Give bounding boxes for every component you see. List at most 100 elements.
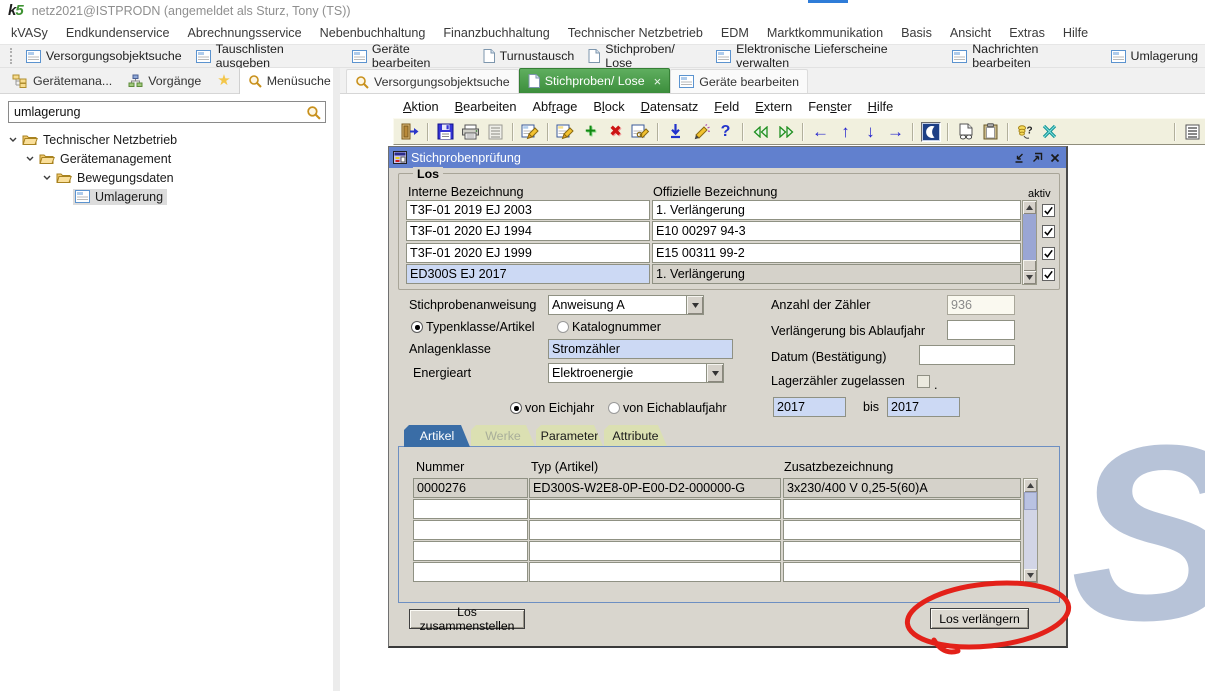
menubar-item-technischer-netzbetrieb[interactable]: Technischer Netzbetrieb [559, 26, 712, 40]
chevron-down-icon[interactable] [42, 175, 52, 180]
up-record-icon[interactable]: ↑ [833, 121, 858, 143]
import-icon[interactable] [663, 121, 688, 143]
typenklasse-radio[interactable] [411, 321, 423, 333]
typenklasse-radio-label[interactable]: Typenklasse/Artikel [426, 320, 535, 334]
maximize-icon[interactable] [1029, 150, 1044, 165]
search-icon[interactable] [306, 105, 325, 120]
last-record-icon[interactable] [773, 121, 798, 143]
workspace-tab-versorgungsobjektsuche[interactable]: Versorgungsobjektsuche [346, 69, 519, 93]
artikel-typ-field-row4[interactable] [529, 541, 781, 561]
los-zusammenstellen-button[interactable]: Los zusammenstellen [409, 609, 525, 629]
clipboard-icon[interactable] [978, 121, 1003, 143]
anlagenklasse-field[interactable] [548, 339, 733, 359]
favorite-ger-te-bearbeiten[interactable]: Geräte bearbeiten [345, 45, 476, 67]
toolbar-grip[interactable] [10, 48, 15, 64]
los-offiziell-field-row4[interactable] [652, 264, 1021, 284]
window-list-icon[interactable] [1180, 121, 1205, 143]
los-offiziell-field-row2[interactable] [652, 221, 1021, 241]
scroll-up-icon[interactable] [1024, 479, 1037, 492]
los-intern-field-row1[interactable] [406, 200, 650, 220]
search-record-icon[interactable] [628, 121, 653, 143]
artikel-typ-field-row2[interactable] [529, 499, 781, 519]
eichjahr-bis-field[interactable] [887, 397, 960, 417]
los-offiziell-field-row1[interactable] [652, 200, 1021, 220]
chevron-down-icon[interactable] [706, 364, 723, 382]
menubar-item-finanzbuchhaltung[interactable]: Finanzbuchhaltung [434, 26, 558, 40]
forms-menu-extern[interactable]: Extern [747, 99, 800, 114]
artikel-zusatz-field-row3[interactable] [783, 520, 1021, 540]
aktiv-checkbox-row3[interactable] [1042, 247, 1055, 260]
menu-search-input[interactable] [9, 105, 306, 119]
artikel-zusatz-field-row5[interactable] [783, 562, 1021, 582]
table-scrollbar[interactable] [1023, 478, 1038, 583]
left-tab-star[interactable]: ★ [209, 68, 238, 93]
chevron-down-icon[interactable] [25, 156, 35, 161]
menubar-item-kvasy[interactable]: kVASy [2, 26, 57, 40]
scroll-down-icon[interactable] [1024, 569, 1037, 582]
menubar-item-endkundenservice[interactable]: Endkundenservice [57, 26, 179, 40]
dialog-tab-attribute[interactable]: Attribute [604, 425, 667, 446]
los-intern-field-row2[interactable] [406, 221, 650, 241]
tree-item-technischer-netzbetrieb[interactable]: Technischer Netzbetrieb [0, 130, 333, 149]
favorite-stichproben-lose[interactable]: Stichproben/ Lose [581, 45, 709, 67]
katalognummer-radio-label[interactable]: Katalognummer [572, 320, 661, 334]
left-tab-ger-temana[interactable]: Gerätemana... [4, 68, 120, 93]
preview-icon[interactable] [953, 121, 978, 143]
forms-menu-hilfe[interactable]: Hilfe [860, 99, 902, 114]
dialog-tab-artikel[interactable]: Artikel [404, 425, 470, 447]
aktiv-checkbox-row1[interactable] [1042, 204, 1055, 217]
down-record-icon[interactable]: ↓ [858, 121, 883, 143]
artikel-zusatz-field-row4[interactable] [783, 541, 1021, 561]
next-item-icon[interactable]: → [883, 121, 908, 143]
help-icon[interactable]: ? [713, 121, 738, 143]
energieart-select[interactable] [548, 363, 724, 383]
eichjahr-von-field[interactable] [773, 397, 846, 417]
menubar-item-nebenbuchhaltung[interactable]: Nebenbuchhaltung [311, 26, 435, 40]
kvasy-window-icon[interactable] [918, 121, 943, 143]
artikel-nummer-field-row1[interactable] [413, 478, 528, 498]
artikel-zusatz-field-row1[interactable] [783, 478, 1021, 498]
von-eichablaufjahr-radio[interactable] [608, 402, 620, 414]
prev-item-icon[interactable]: ← [808, 121, 833, 143]
von-eichjahr-radio[interactable] [510, 402, 522, 414]
artikel-nummer-field-row3[interactable] [413, 520, 528, 540]
favorite-tauschlisten-ausgeben[interactable]: Tauschlisten ausgeben [189, 45, 345, 67]
forms-menu-bearbeiten[interactable]: Bearbeiten [447, 99, 525, 114]
los-offiziell-field-row3[interactable] [652, 243, 1021, 263]
menubar-item-marktkommunikation[interactable]: Marktkommunikation [758, 26, 892, 40]
favorite-elektronische-lieferscheine-verwalten[interactable]: Elektronische Lieferscheine verwalten [709, 45, 945, 67]
forms-menu-aktion[interactable]: Aktion [395, 99, 447, 114]
artikel-nummer-field-row5[interactable] [413, 562, 528, 582]
forms-menu-datensatz[interactable]: Datensatz [633, 99, 707, 114]
aktiv-checkbox-row4[interactable] [1042, 268, 1055, 281]
datum-bestaetigung-field[interactable] [919, 345, 1015, 365]
tree-item-ger-temanagement[interactable]: Gerätemanagement [0, 149, 333, 168]
panel-splitter[interactable] [333, 68, 340, 691]
report-list-icon[interactable] [483, 121, 508, 143]
von-eichjahr-radio-label[interactable]: von Eichjahr [525, 401, 594, 415]
artikel-typ-field-row3[interactable] [529, 520, 781, 540]
artikel-nummer-field-row2[interactable] [413, 499, 528, 519]
katalognummer-radio[interactable] [557, 321, 569, 333]
menubar-item-extras[interactable]: Extras [1000, 26, 1054, 40]
menubar-item-abrechnungsservice[interactable]: Abrechnungsservice [178, 26, 310, 40]
von-eichablaufjahr-radio-label[interactable]: von Eichablaufjahr [623, 401, 727, 415]
first-record-icon[interactable] [748, 121, 773, 143]
favorite-nachrichten-bearbeiten[interactable]: Nachrichten bearbeiten [945, 45, 1103, 67]
exit-icon[interactable] [398, 121, 423, 143]
stichprobenanweisung-value[interactable] [549, 296, 686, 314]
scrollbar-thumb[interactable] [1023, 260, 1036, 271]
forms-menu-abfrage[interactable]: Abfrage [525, 99, 586, 114]
scroll-down-icon[interactable] [1023, 271, 1036, 284]
aktiv-checkbox-row2[interactable] [1042, 225, 1055, 238]
artikel-typ-field-row1[interactable] [529, 478, 781, 498]
menubar-item-ansicht[interactable]: Ansicht [941, 26, 1000, 40]
print-icon[interactable] [458, 121, 483, 143]
verlaengerung-ablaufjahr-field[interactable] [947, 320, 1015, 340]
lagerzaehler-checkbox[interactable] [917, 375, 930, 388]
left-tab-vorg-nge[interactable]: Vorgänge [120, 68, 209, 93]
artikel-nummer-field-row4[interactable] [413, 541, 528, 561]
los-intern-field-row3[interactable] [406, 243, 650, 263]
menubar-item-basis[interactable]: Basis [892, 26, 941, 40]
chevron-down-icon[interactable] [686, 296, 703, 314]
